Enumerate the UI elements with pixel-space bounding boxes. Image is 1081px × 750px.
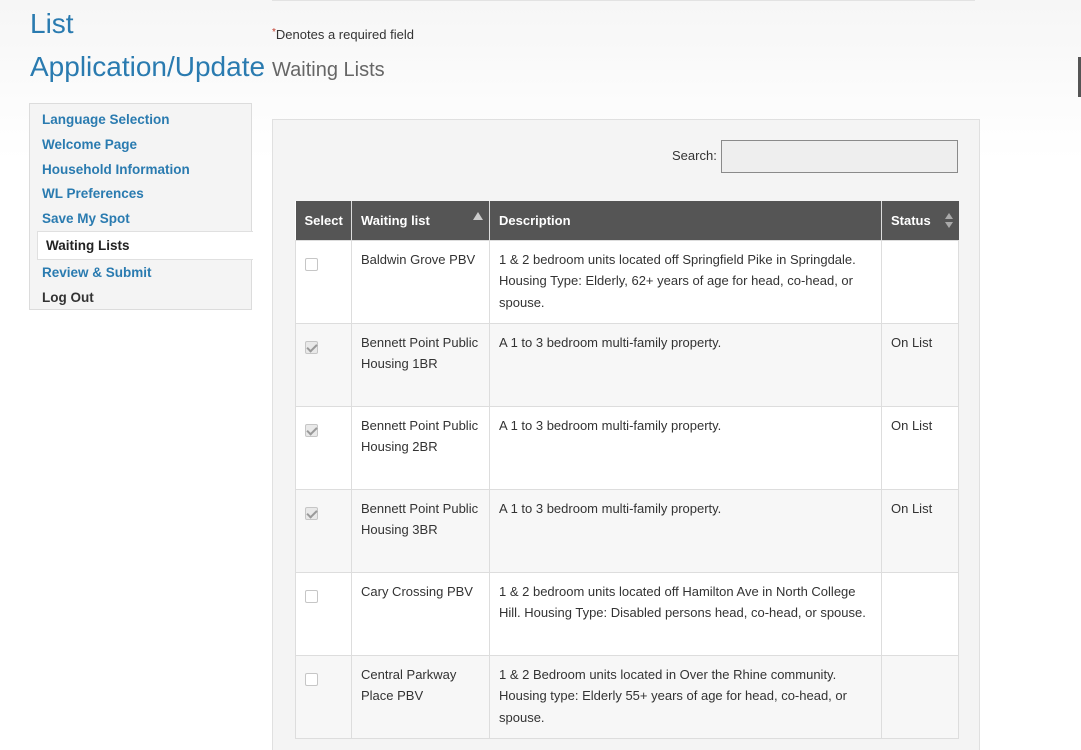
- table-row: Baldwin Grove PBV 1 & 2 bedroom units loc…: [295, 239, 959, 324]
- sidebar-item-review-submit[interactable]: Review & Submit: [42, 265, 152, 280]
- table-row: Bennett Point Public Housing 3BR A 1 to 3…: [295, 488, 959, 573]
- waiting-lists-table: Select Waiting list Description Status B…: [295, 201, 959, 739]
- waiting-list-name: Central Parkway Place PBV: [351, 654, 490, 739]
- page-title: List Application/Update: [30, 8, 266, 82]
- select-checkbox[interactable]: [305, 506, 318, 520]
- waiting-list-status: [881, 571, 959, 656]
- table-row: Central Parkway Place PBV 1 & 2 Bedroom u…: [295, 654, 959, 739]
- waiting-list-status: [881, 654, 959, 739]
- table-header-row: Select Waiting list Description Status: [295, 201, 959, 240]
- waiting-list-name: Bennett Point Public Housing 2BR: [351, 405, 490, 490]
- column-header-select: Select: [295, 201, 352, 240]
- select-checkbox[interactable]: [305, 340, 318, 354]
- select-cell: [295, 571, 352, 656]
- column-header-label: Waiting list: [361, 212, 430, 228]
- select-checkbox[interactable]: [305, 257, 318, 271]
- required-note-text: Denotes a required field: [275, 27, 414, 42]
- select-checkbox[interactable]: [305, 672, 318, 686]
- waiting-list-name: Bennett Point Public Housing 3BR: [351, 488, 490, 573]
- search-label: Search:: [672, 148, 717, 163]
- search-input[interactable]: [721, 140, 958, 173]
- select-checkbox[interactable]: [305, 589, 318, 603]
- waiting-list-name: Bennett Point Public Housing 1BR: [351, 322, 490, 407]
- column-header-waiting-list[interactable]: Waiting list: [351, 201, 490, 240]
- table-row: Cary Crossing PBV 1 & 2 bedroom units loc…: [295, 571, 959, 656]
- table-row: Bennett Point Public Housing 1BR A 1 to 3…: [295, 322, 959, 407]
- sidebar-item-welcome-page[interactable]: Welcome Page: [42, 137, 137, 152]
- sidebar-item-log-out[interactable]: Log Out: [42, 290, 94, 305]
- column-header-status[interactable]: Status: [881, 201, 959, 240]
- sidebar-item-waiting-lists[interactable]: Waiting Lists: [37, 231, 253, 260]
- sidebar-item-label: Waiting Lists: [46, 238, 130, 253]
- waiting-list-name: Baldwin Grove PBV: [351, 239, 490, 324]
- waiting-list-status: On List: [881, 488, 959, 573]
- waiting-list-status: On List: [881, 322, 959, 407]
- sidebar-item-household-information[interactable]: Household Information: [42, 162, 190, 177]
- waiting-list-name: Cary Crossing PBV: [351, 571, 490, 656]
- sort-ascending-icon: [473, 212, 483, 220]
- required-field-note: *Denotes a required field: [272, 27, 414, 42]
- waiting-list-description: A 1 to 3 bedroom multi-family property.: [489, 405, 882, 490]
- select-cell: [295, 239, 352, 324]
- table-row: Bennett Point Public Housing 2BR A 1 to 3…: [295, 405, 959, 490]
- waiting-list-status: On List: [881, 405, 959, 490]
- waiting-list-description: 1 & 2 Bedroom units located in Over the …: [489, 654, 882, 739]
- waiting-list-description: 1 & 2 bedroom units located off Springfi…: [489, 239, 882, 324]
- select-cell: [295, 405, 352, 490]
- sidebar-nav: Language Selection Welcome Page Househol…: [29, 103, 253, 310]
- sidebar-item-language-selection[interactable]: Language Selection: [42, 112, 170, 127]
- column-header-label: Status: [891, 212, 931, 228]
- section-title: Waiting Lists: [272, 59, 385, 81]
- sort-down-icon: [944, 222, 953, 228]
- sidebar-item-save-my-spot[interactable]: Save My Spot: [42, 211, 130, 226]
- top-divider: [272, 0, 975, 1]
- select-cell: [295, 322, 352, 407]
- select-checkbox[interactable]: [305, 423, 318, 437]
- waiting-list-description: 1 & 2 bedroom units located off Hamilton…: [489, 571, 882, 656]
- waiting-list-description: A 1 to 3 bedroom multi-family property.: [489, 322, 882, 407]
- sidebar-item-wl-preferences[interactable]: WL Preferences: [42, 186, 144, 201]
- select-cell: [295, 488, 352, 573]
- sort-up-icon: [944, 213, 953, 219]
- waiting-list-description: A 1 to 3 bedroom multi-family property.: [489, 488, 882, 573]
- waiting-list-status: [881, 239, 959, 324]
- select-cell: [295, 654, 352, 739]
- column-header-description: Description: [489, 201, 882, 240]
